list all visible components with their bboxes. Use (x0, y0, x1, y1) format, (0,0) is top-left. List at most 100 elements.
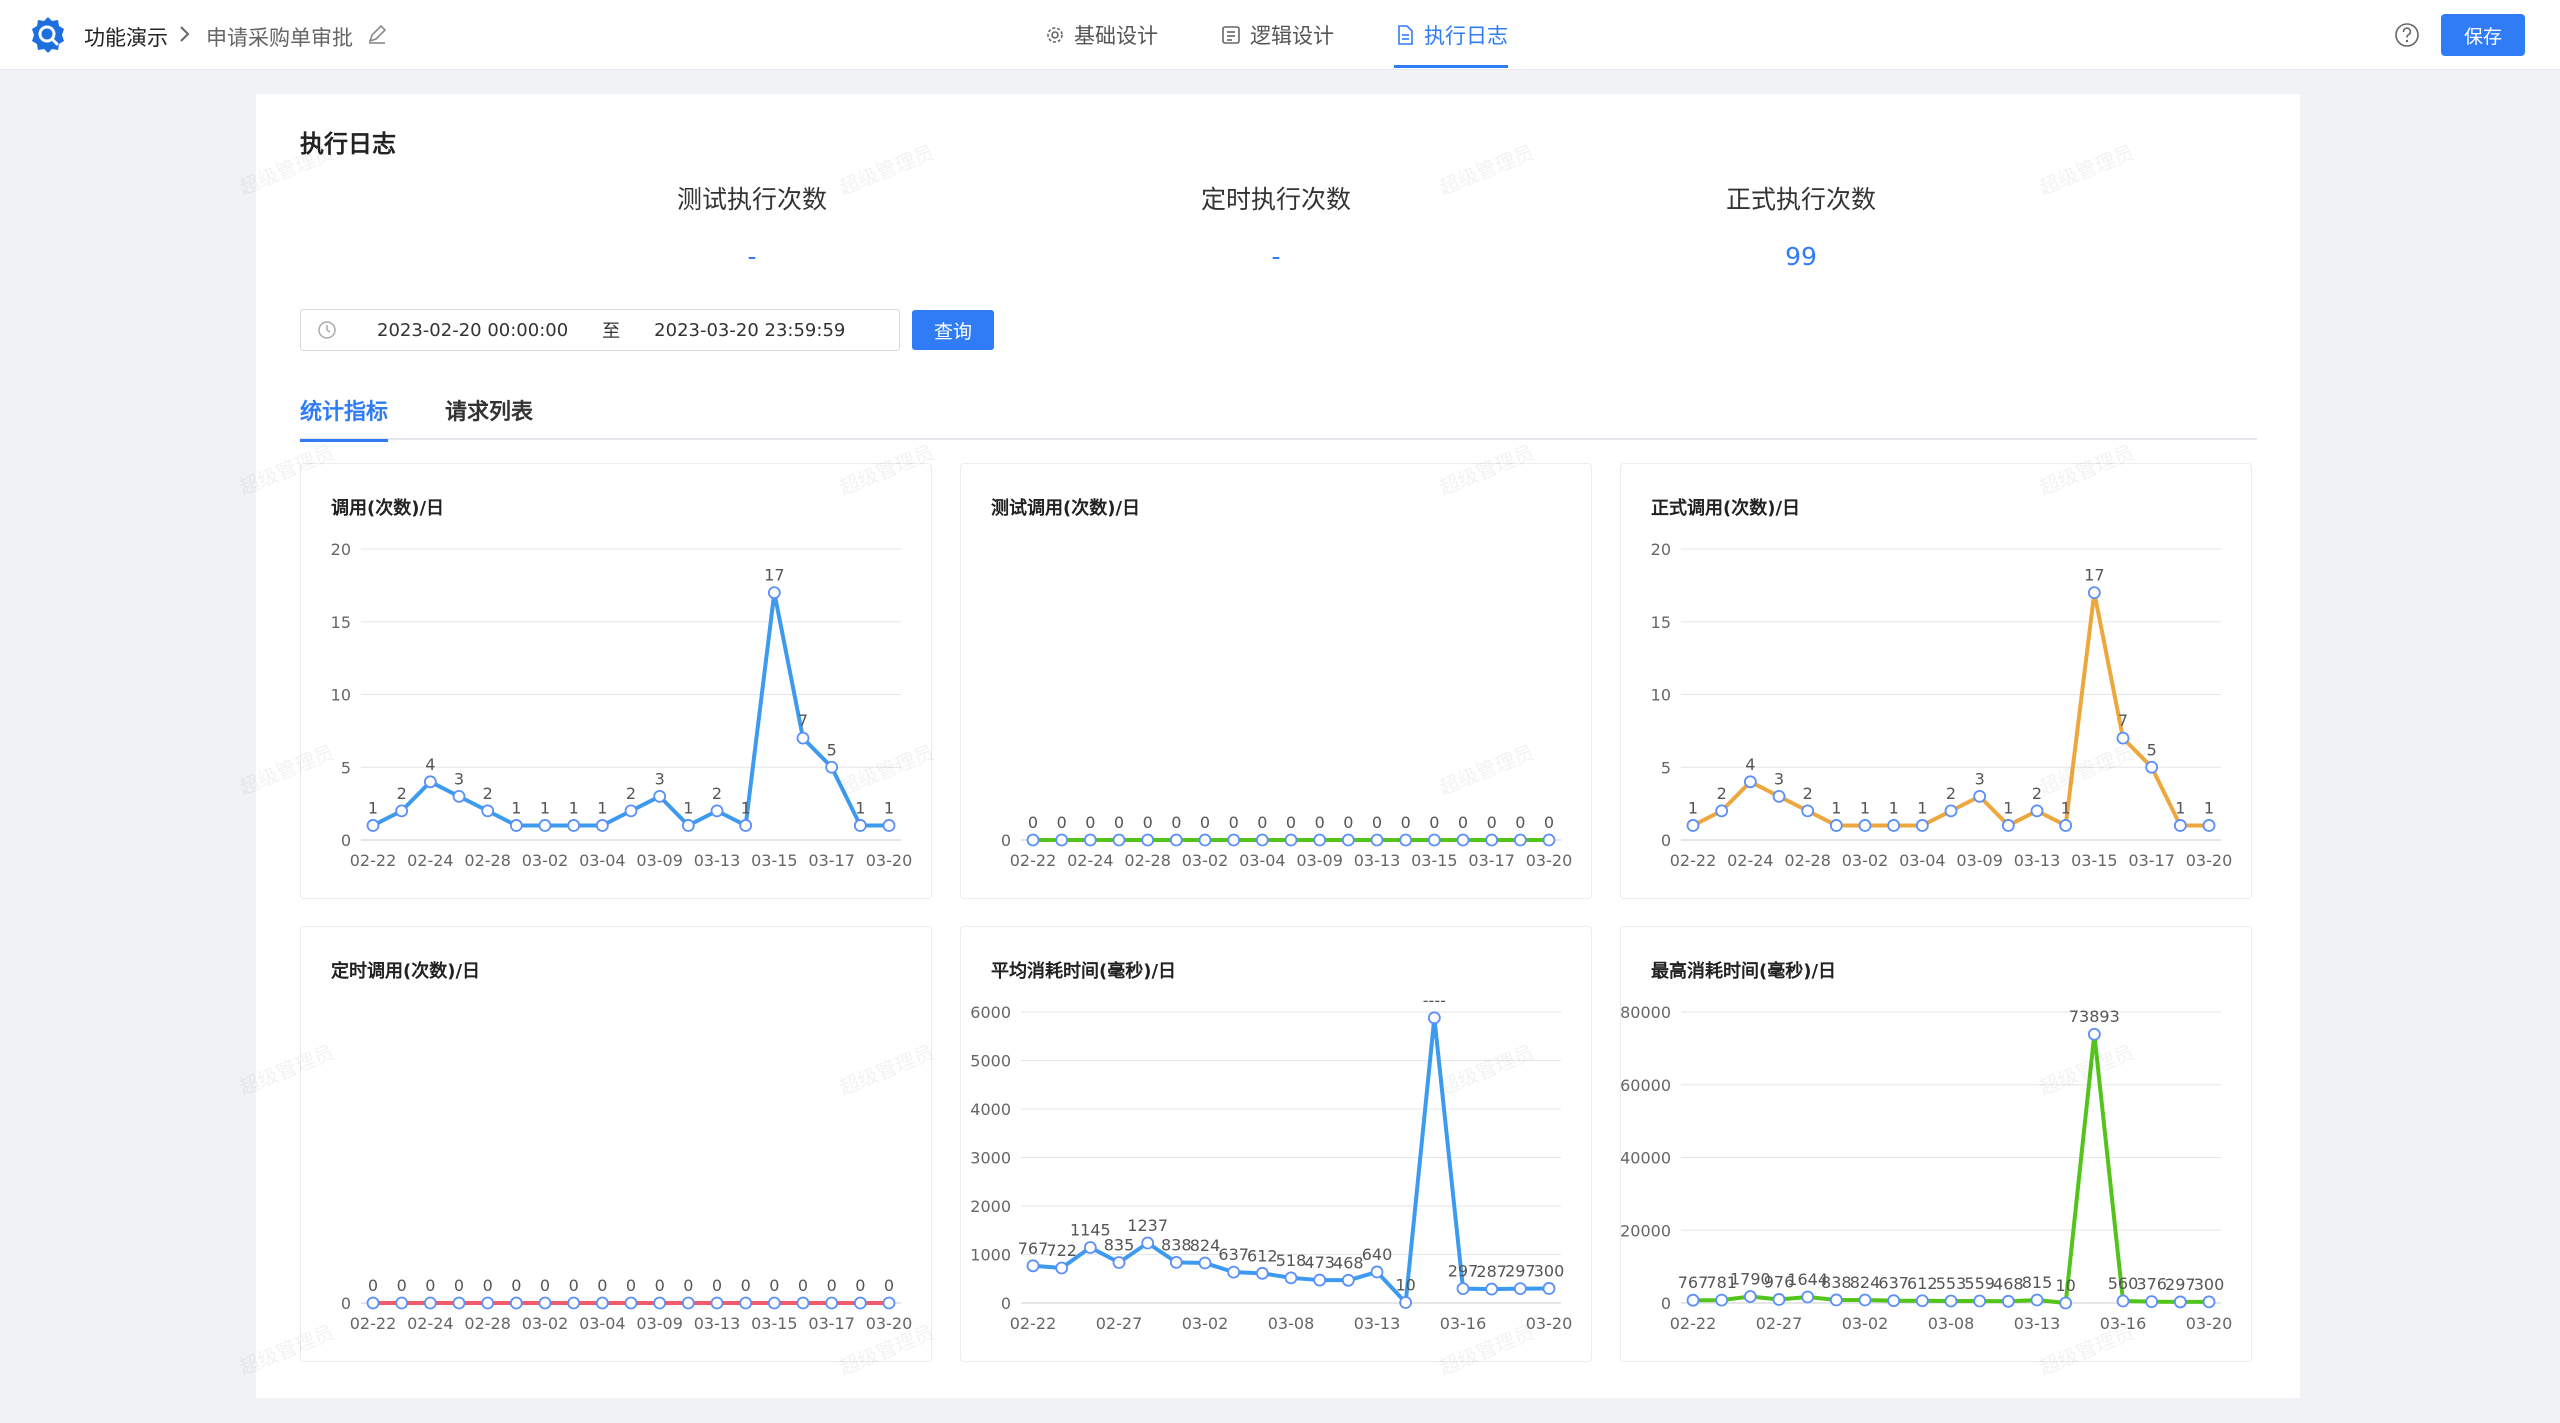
clock-icon (318, 321, 336, 339)
data-point (1112, 1256, 1126, 1269)
data-point (1915, 819, 1929, 832)
data-point (1198, 833, 1212, 847)
x-tick-label: 03-09 (636, 1314, 683, 1333)
tab-request-list[interactable]: 请求列表 (445, 394, 533, 440)
chart-card: 定时调用(次数)/日 0 02-22 02-24 02-28 03-02 03-04 03-0… (300, 926, 932, 1362)
data-label: 5 (2147, 740, 2157, 759)
chart-card: 测试调用(次数)/日 0 02-22 02-24 02-28 03-02 03-04 03-0… (960, 463, 1592, 899)
x-tick-label: 03-17 (808, 1314, 855, 1333)
y-tick-label: 10 (1651, 686, 1671, 705)
data-point (681, 1296, 695, 1310)
save-button[interactable]: 保存 (2441, 14, 2525, 56)
data-point (1456, 1282, 1470, 1295)
data-label: 0 (1401, 813, 1411, 832)
data-point (1370, 1265, 1384, 1279)
data-point (1513, 833, 1527, 847)
line-chart: 0510152002-22 02-24 02-28 03-02 03-04 03-09 03… (1651, 540, 2233, 870)
data-label: 1 (1831, 798, 1841, 817)
x-tick-label: 03-09 (1956, 851, 2003, 870)
x-tick-label: 03-04 (1899, 851, 1946, 870)
stat-value: 99 (1785, 242, 1817, 271)
data-label: 0 (1114, 813, 1124, 832)
data-label: 0 (855, 1276, 865, 1295)
data-label: 300 (1534, 1261, 1565, 1280)
data-label: 1 (2204, 798, 2214, 817)
start-date-input[interactable]: 2023-02-20 00:00:00 (377, 320, 568, 341)
data-point (1227, 1265, 1241, 1279)
tab-logic-design[interactable]: 逻辑设计 (1220, 0, 1334, 70)
data-point (1255, 833, 1269, 847)
data-label: 10 (2055, 1276, 2075, 1295)
line-chart: 002-22 02-24 02-28 03-02 03-04 03-09 03-13 03-1… (341, 1276, 912, 1333)
data-label: 0 (769, 1276, 779, 1295)
data-point (1427, 833, 1441, 847)
end-date-input[interactable]: 2023-03-20 23:59:59 (654, 320, 845, 341)
data-point (423, 1296, 437, 1310)
breadcrumb-app[interactable]: 功能演示 (84, 22, 168, 52)
x-tick-label: 02-28 (464, 1314, 511, 1333)
data-label: 0 (1343, 813, 1353, 832)
data-point (2202, 819, 2216, 832)
tab-execution-log[interactable]: 执行日志 (1394, 0, 1508, 70)
data-label: 767 (1678, 1273, 1709, 1292)
x-tick-label: 02-22 (1010, 1314, 1057, 1333)
stat-label: 测试执行次数 (676, 185, 827, 214)
x-tick-label: 03-09 (1296, 851, 1343, 870)
data-label: 297 (2165, 1275, 2196, 1294)
data-point (1399, 1296, 1413, 1309)
edit-icon[interactable] (366, 23, 388, 45)
data-label: 0 (1143, 813, 1153, 832)
data-point (1055, 1261, 1069, 1275)
data-label: 0 (1057, 813, 1067, 832)
data-label: 0 (1286, 813, 1296, 832)
data-label: 1 (1860, 798, 1870, 817)
data-point (1743, 1290, 1757, 1303)
y-tick-label: 6000 (970, 1003, 1011, 1022)
data-label: 559 (1964, 1274, 1995, 1293)
data-point (624, 1296, 638, 1310)
data-point (2087, 586, 2101, 600)
x-tick-label: 02-27 (1096, 1314, 1143, 1333)
data-label: 824 (1850, 1273, 1881, 1292)
data-point (739, 1296, 753, 1310)
data-point (796, 731, 810, 745)
chevron-right-icon (180, 26, 190, 42)
data-label: 1 (855, 798, 865, 817)
data-point (2001, 1294, 2015, 1308)
data-label: 2 (712, 784, 722, 803)
data-label: 0 (597, 1276, 607, 1295)
stat-label: 正式执行次数 (1725, 185, 1876, 214)
data-label: 17 (2084, 566, 2104, 585)
help-icon[interactable] (2394, 22, 2420, 48)
x-tick-label: 02-24 (1067, 851, 1114, 870)
tab-statistics[interactable]: 统计指标 (300, 394, 389, 442)
data-label: 1 (2175, 798, 2185, 817)
data-label: 300 (2194, 1275, 2225, 1294)
app-logo-icon[interactable] (28, 15, 68, 55)
data-label: 0 (454, 1276, 464, 1295)
data-point (1141, 833, 1155, 847)
data-label: 0 (1085, 813, 1095, 832)
date-range-picker[interactable]: 2023-02-20 00:00:00 至 2023-03-20 23:59:5… (300, 309, 900, 351)
data-point (1169, 833, 1183, 847)
stat-test-count: 测试执行次数 - (602, 180, 902, 271)
query-button[interactable]: 查询 (912, 310, 994, 350)
content-tabs: 统计指标 请求列表 (300, 394, 2257, 442)
data-point (509, 819, 523, 832)
document-icon (1398, 25, 1413, 45)
data-label: 722 (1046, 1241, 1077, 1260)
data-point (567, 819, 581, 832)
data-point (1427, 1011, 1441, 1025)
data-point (681, 819, 695, 832)
tab-basic-design[interactable]: 基础设计 (1044, 0, 1158, 70)
y-tick-label: 3000 (970, 1149, 1011, 1168)
data-label: 560 (2108, 1274, 2139, 1293)
data-label: 824 (1190, 1236, 1221, 1255)
data-point (1083, 1241, 1097, 1254)
data-point (1198, 1256, 1212, 1270)
data-point (595, 819, 609, 832)
line-chart: 002-22 02-24 02-28 03-02 03-04 03-09 03-13 03-1… (1001, 813, 1572, 870)
data-point (653, 789, 667, 803)
x-tick-label: 03-17 (808, 851, 855, 870)
data-point (423, 775, 437, 789)
